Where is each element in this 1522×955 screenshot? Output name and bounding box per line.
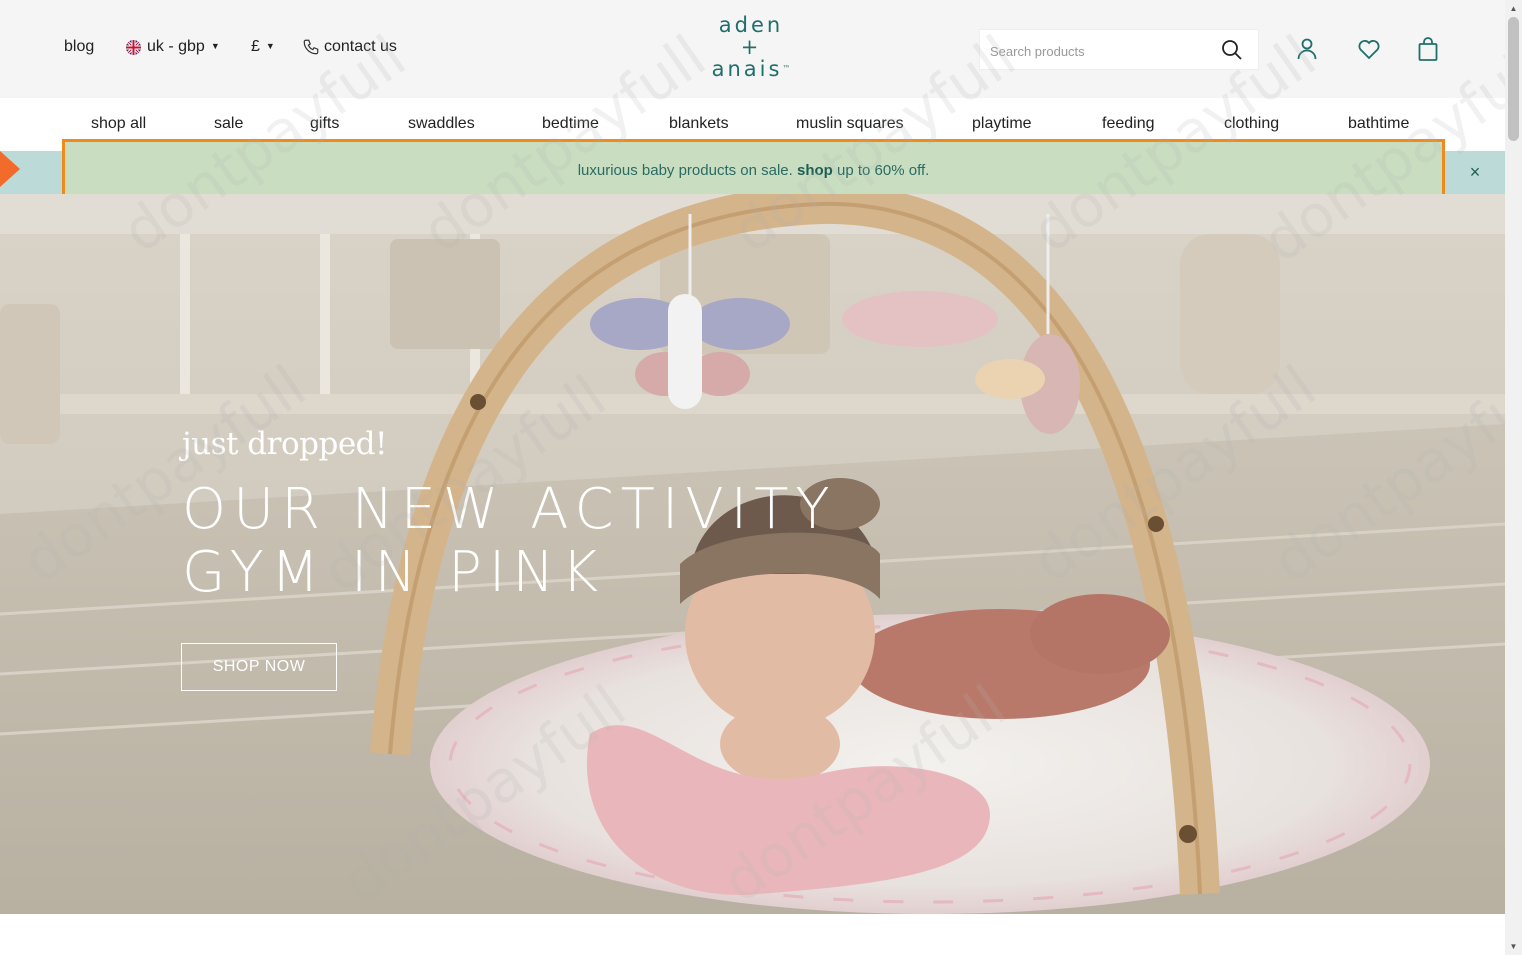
search-input[interactable] xyxy=(990,40,1210,62)
page: blog uk - gbp ▼ £ ▼ contact us aden + an… xyxy=(0,0,1505,955)
promo-text: luxurious baby products on sale. shop up… xyxy=(65,162,1442,179)
brand-logo[interactable]: aden + anais™ xyxy=(700,14,802,80)
currency-label: £ xyxy=(251,38,260,55)
shopping-bag-icon[interactable] xyxy=(1415,36,1441,62)
promo-text-before: luxurious baby products on sale. xyxy=(577,162,793,179)
scrollbar-thumb[interactable] xyxy=(1508,17,1519,141)
nav-shop-all[interactable]: shop all xyxy=(91,115,146,133)
heart-icon[interactable] xyxy=(1356,36,1382,62)
search-icon[interactable] xyxy=(1220,38,1244,62)
nav-swaddles[interactable]: swaddles xyxy=(408,115,475,133)
scroll-down-icon[interactable]: ▼ xyxy=(1505,938,1522,955)
uk-flag-icon xyxy=(126,39,141,55)
blog-link-label: blog xyxy=(64,38,95,55)
hero-title-line-2: GYM IN PINK xyxy=(182,540,606,605)
nav-feeding[interactable]: feeding xyxy=(1102,115,1155,133)
shop-now-button[interactable]: SHOP NOW xyxy=(181,643,337,691)
hero-kicker: just dropped! xyxy=(182,426,387,462)
locale-selector[interactable]: uk - gbp ▼ xyxy=(126,38,220,56)
nav-bathtime[interactable]: bathtime xyxy=(1348,115,1409,133)
close-icon[interactable]: × xyxy=(1466,163,1484,181)
annotation-arrow-icon xyxy=(0,151,20,187)
hero-banner[interactable]: just dropped! OUR NEW ACTIVITY GYM IN PI… xyxy=(0,194,1505,914)
nav-sale[interactable]: sale xyxy=(214,115,243,133)
scroll-up-icon[interactable]: ▲ xyxy=(1505,0,1522,17)
hero-title: OUR NEW ACTIVITY GYM IN PINK xyxy=(182,478,842,604)
account-icon[interactable] xyxy=(1294,36,1320,62)
hero-title-line-1: OUR NEW ACTIVITY xyxy=(182,477,837,542)
chevron-down-icon: ▼ xyxy=(210,41,220,51)
blog-link[interactable]: blog xyxy=(64,38,94,56)
phone-icon xyxy=(302,38,320,56)
contact-us-link[interactable]: contact us xyxy=(302,38,397,56)
nav-gifts[interactable]: gifts xyxy=(310,115,339,133)
promo-shop-link[interactable]: shop xyxy=(797,162,833,179)
promo-text-after: up to 60% off. xyxy=(837,162,930,179)
promo-banner: luxurious baby products on sale. shop up… xyxy=(0,139,1505,205)
nav-muslin-squares[interactable]: muslin squares xyxy=(796,115,904,133)
search-box xyxy=(979,29,1259,70)
logo-trademark: ™ xyxy=(782,64,791,73)
scrollbar[interactable]: ▲ ▼ xyxy=(1505,0,1522,955)
top-header: blog uk - gbp ▼ £ ▼ contact us aden + an… xyxy=(0,0,1505,98)
currency-selector[interactable]: £ ▼ xyxy=(251,38,275,56)
logo-line-3: anais xyxy=(711,57,783,81)
nav-playtime[interactable]: playtime xyxy=(972,115,1032,133)
nav-bedtime[interactable]: bedtime xyxy=(542,115,599,133)
nav-clothing[interactable]: clothing xyxy=(1224,115,1279,133)
nav-blankets[interactable]: blankets xyxy=(669,115,729,133)
logo-line-2: + xyxy=(740,35,762,59)
chevron-down-icon: ▼ xyxy=(265,41,275,51)
contact-us-label: contact us xyxy=(324,38,397,55)
logo-line-1: aden xyxy=(718,13,784,37)
locale-label: uk - gbp xyxy=(147,38,205,55)
